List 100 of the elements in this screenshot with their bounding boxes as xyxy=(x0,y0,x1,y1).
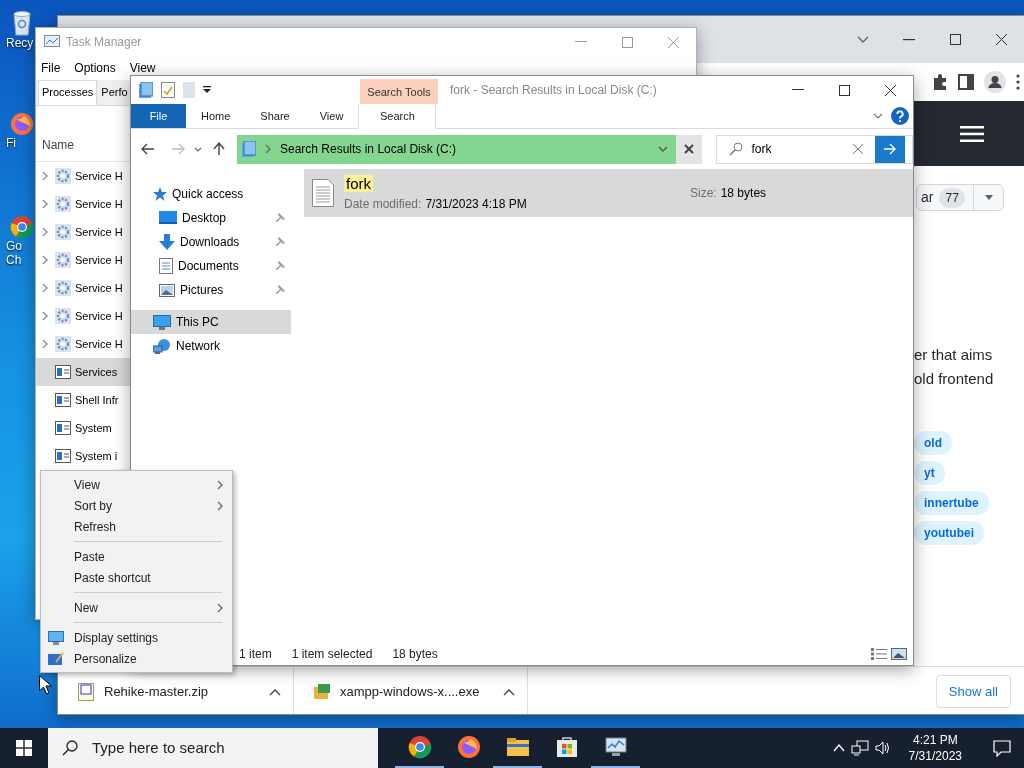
expand-ribbon-icon[interactable] xyxy=(873,113,883,119)
customize-icon[interactable] xyxy=(203,86,211,94)
menu-item[interactable]: Sort by xyxy=(41,495,232,516)
pin-icon[interactable] xyxy=(275,236,285,248)
column-header[interactable]: Name xyxy=(42,135,74,154)
process-row[interactable]: Shell Infr xyxy=(36,386,130,414)
puzzle-icon[interactable] xyxy=(932,74,948,90)
details-view-icon[interactable] xyxy=(871,648,887,660)
nav-item[interactable]: This PC xyxy=(131,310,291,334)
nav-item[interactable]: Quick access xyxy=(131,182,291,206)
ribbon-tab[interactable]: Search xyxy=(358,104,437,129)
folder-icon[interactable] xyxy=(505,735,530,759)
topic-tag[interactable]: innertube xyxy=(914,491,989,515)
firefox-icon[interactable] xyxy=(456,735,481,759)
process-row[interactable]: System i xyxy=(36,442,130,470)
process-row[interactable]: Service H xyxy=(36,246,130,274)
maximize-icon[interactable] xyxy=(949,34,961,45)
tab[interactable]: Perfo xyxy=(97,79,129,105)
menu-icon[interactable] xyxy=(960,125,984,142)
large-icons-view-icon[interactable] xyxy=(891,648,907,660)
clock-time[interactable]: 4:21 PM xyxy=(912,732,958,748)
search-input[interactable]: fork xyxy=(743,140,854,158)
minimize-icon[interactable] xyxy=(792,89,804,91)
nav-item[interactable]: Desktop xyxy=(131,206,291,230)
ribbon-tab[interactable]: View xyxy=(304,104,359,128)
nav-item[interactable]: Pictures xyxy=(131,278,291,302)
pin-icon[interactable] xyxy=(275,212,285,224)
expand-icon[interactable] xyxy=(41,227,49,237)
search-field[interactable]: Type here to search xyxy=(48,728,378,768)
recycle-bin-icon[interactable] xyxy=(10,8,34,36)
menu-item[interactable]: Options xyxy=(74,59,116,77)
search-input[interactable]: Type here to search xyxy=(90,735,370,761)
menu-item[interactable]: Personalize xyxy=(41,648,232,669)
network-icon[interactable] xyxy=(850,740,869,756)
menu-item[interactable]: View xyxy=(41,474,232,495)
process-row[interactable]: Service H xyxy=(36,274,130,302)
chrome-icon[interactable] xyxy=(407,735,432,759)
topic-tag[interactable]: yt xyxy=(914,461,945,485)
expand-icon[interactable] xyxy=(41,339,49,349)
nav-item[interactable]: Documents xyxy=(131,254,291,278)
store-icon[interactable] xyxy=(554,735,579,759)
properties-icon[interactable] xyxy=(161,82,175,98)
close-icon[interactable] xyxy=(884,84,896,96)
menu-item[interactable]: Paste xyxy=(41,546,232,567)
process-row[interactable]: Service H xyxy=(36,190,130,218)
tab[interactable]: Processes xyxy=(38,79,98,105)
ribbon-tab[interactable]: Home xyxy=(186,104,246,128)
menu-item[interactable]: View xyxy=(129,59,156,77)
pin-icon[interactable] xyxy=(275,260,285,272)
dropdown-icon[interactable] xyxy=(658,146,669,152)
minimize-icon[interactable] xyxy=(903,38,915,41)
chevron-up-icon[interactable] xyxy=(269,687,281,696)
close-icon[interactable] xyxy=(995,34,1007,45)
expand-icon[interactable] xyxy=(41,171,49,181)
menu-item[interactable]: Paste shortcut xyxy=(41,567,232,588)
start-icon[interactable] xyxy=(16,740,32,756)
expand-icon[interactable] xyxy=(41,283,49,293)
menu-item[interactable]: New xyxy=(41,597,232,618)
menu-item[interactable]: Display settings xyxy=(41,627,232,648)
volume-icon[interactable] xyxy=(874,741,891,755)
kebab-menu-icon[interactable] xyxy=(1016,74,1020,90)
profile-icon[interactable] xyxy=(984,71,1006,93)
nav-item[interactable]: Network xyxy=(131,334,291,358)
side-panel-icon[interactable] xyxy=(958,74,974,90)
address-bar[interactable]: Search Results in Local Disk (C:) xyxy=(237,134,677,164)
search-field[interactable]: fork xyxy=(716,134,913,164)
process-row[interactable]: Service H xyxy=(36,302,130,330)
notifications-icon[interactable] xyxy=(993,739,1011,757)
topic-tag[interactable]: youtubei xyxy=(914,521,984,545)
expand-icon[interactable] xyxy=(41,311,49,321)
pin-icon[interactable] xyxy=(275,284,285,296)
star-button[interactable]: ar 77 xyxy=(916,184,1004,211)
process-row[interactable]: System xyxy=(36,414,130,442)
process-row[interactable]: Services xyxy=(36,358,130,386)
result-row[interactable]: fork Date modified: 7/31/2023 4:18 PM Size: 18 bytes xyxy=(304,169,913,217)
ribbon-tab[interactable]: File xyxy=(131,104,186,128)
arrow-right-icon[interactable] xyxy=(883,143,898,155)
maximize-icon[interactable] xyxy=(838,84,850,96)
show-all-button[interactable]: Show all xyxy=(935,674,1011,709)
nav-item[interactable]: Downloads xyxy=(131,230,291,254)
chevron-down-icon[interactable] xyxy=(857,35,869,44)
clock-date[interactable]: 7/31/2023 xyxy=(908,748,962,764)
clear-button[interactable] xyxy=(676,134,703,164)
process-row[interactable]: Service H xyxy=(36,162,130,190)
menu-item[interactable]: File xyxy=(41,59,61,77)
download-item[interactable]: xampp-windows-x....exe xyxy=(294,667,528,714)
caret-icon[interactable] xyxy=(984,195,993,200)
expand-icon[interactable] xyxy=(41,199,49,209)
process-row[interactable]: Service H xyxy=(36,330,130,358)
back-icon[interactable] xyxy=(141,143,155,155)
process-row[interactable]: Service H xyxy=(36,218,130,246)
expand-icon[interactable] xyxy=(41,255,49,265)
ribbon-tab[interactable]: Share xyxy=(245,104,305,128)
menu-item[interactable]: Refresh xyxy=(41,516,232,537)
topic-tag[interactable]: old xyxy=(914,431,952,455)
monitor-icon[interactable] xyxy=(603,735,628,759)
help-icon[interactable] xyxy=(891,107,909,125)
recent-locations-icon[interactable] xyxy=(194,146,202,152)
clear-icon[interactable] xyxy=(853,144,864,154)
chevron-up-icon[interactable] xyxy=(503,687,515,696)
